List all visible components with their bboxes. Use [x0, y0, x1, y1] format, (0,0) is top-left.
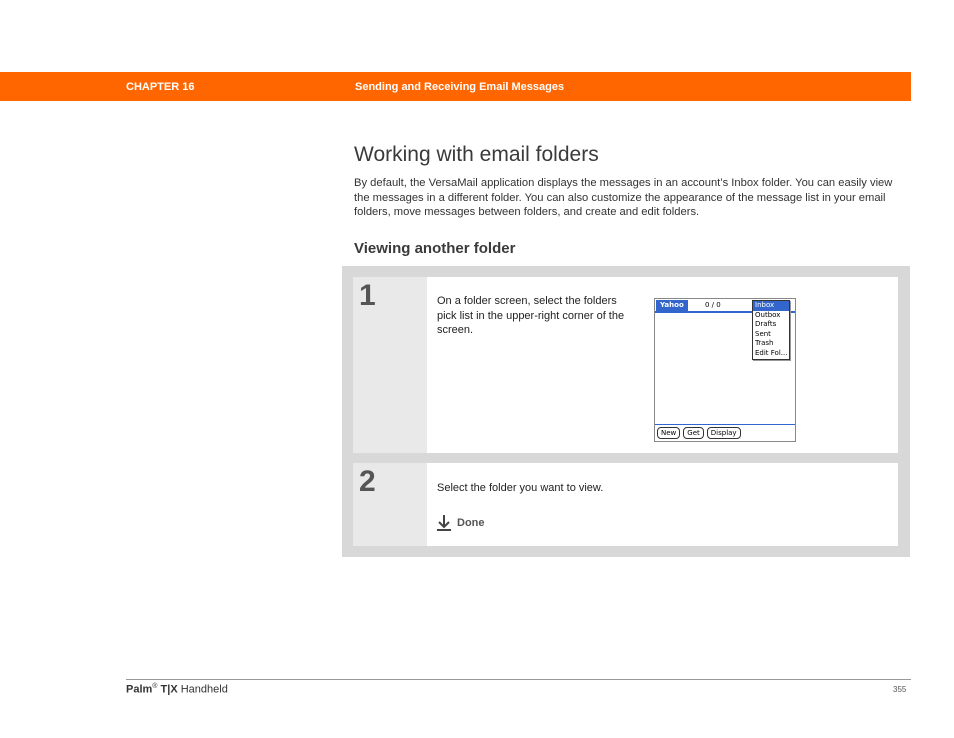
down-arrow-icon	[437, 515, 451, 531]
chapter-label: CHAPTER 16	[126, 81, 195, 93]
step-number-cell: 2	[353, 463, 427, 546]
message-count: 0 / 0	[705, 301, 721, 309]
footer-model: T|X	[160, 683, 178, 696]
footer-product: Palm® T|X Handheld	[126, 683, 228, 696]
step-number-cell: 1	[353, 277, 427, 453]
step-text: On a folder screen, select the folders p…	[437, 295, 625, 336]
steps-box: 1 On a folder screen, select the folders…	[342, 266, 910, 557]
folder-item-outbox: Outbox	[755, 310, 781, 319]
page-title: Working with email folders	[354, 143, 599, 166]
step-1: 1 On a folder screen, select the folders…	[353, 277, 898, 453]
step-text: Select the folder you want to view.	[437, 482, 604, 494]
folder-item-trash: Trash	[755, 339, 774, 348]
account-tab: Yahoo	[656, 300, 688, 311]
display-button: Display	[706, 427, 741, 439]
footer-product-name: Handheld	[180, 683, 228, 696]
folder-item-sent: Sent	[755, 329, 771, 338]
chapter-header-bar: CHAPTER 16 Sending and Receiving Email M…	[0, 72, 911, 101]
step-number: 1	[359, 279, 376, 312]
palm-button-row: New Get Display	[657, 427, 741, 439]
folder-item-edit-folders: Edit Fol...	[755, 348, 788, 357]
done-indicator: Done	[437, 515, 485, 531]
folder-item-inbox: Inbox	[753, 301, 789, 311]
folder-item-drafts: Drafts	[755, 320, 777, 329]
footer-rule	[126, 679, 911, 680]
new-button: New	[657, 427, 681, 439]
section-heading: Viewing another folder	[354, 240, 516, 257]
step-number: 2	[359, 465, 376, 498]
get-button: Get	[683, 427, 704, 439]
palm-bottom-divider	[655, 424, 795, 425]
page-number: 355	[893, 685, 907, 694]
palm-screenshot: Yahoo 0 / 0 Inbox Outbox Drafts Sent Tra…	[654, 298, 796, 442]
step-2: 2 Select the folder you want to view. Do…	[353, 463, 898, 546]
registered-mark: ®	[152, 683, 158, 690]
folder-pick-list: Inbox Outbox Drafts Sent Trash Edit Fol.…	[752, 300, 790, 360]
done-label: Done	[457, 517, 485, 529]
intro-paragraph: By default, the VersaMail application di…	[354, 177, 893, 218]
chapter-title: Sending and Receiving Email Messages	[355, 81, 565, 93]
footer-brand: Palm	[126, 683, 153, 696]
